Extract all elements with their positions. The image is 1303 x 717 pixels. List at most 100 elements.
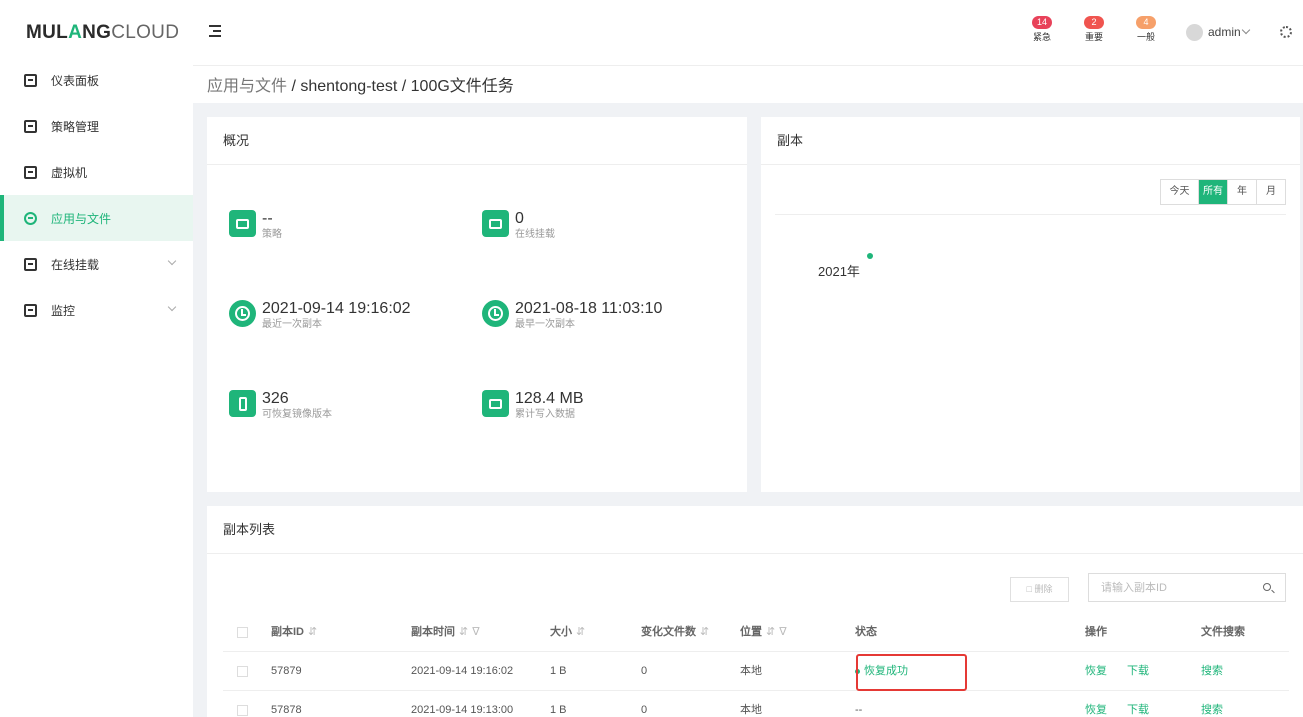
delete-button-label: 删除 — [1034, 584, 1053, 594]
sort-icon[interactable]: ⇵ — [459, 626, 468, 638]
sidebar-item-label: 应用与文件 — [51, 211, 112, 226]
delete-button[interactable]: □ 删除 — [1010, 577, 1069, 602]
column-header-label: 位置 — [740, 626, 762, 638]
col-changed[interactable]: 变化文件数 ⇵ — [641, 613, 709, 652]
filter-today[interactable]: 今天 — [1161, 180, 1198, 204]
restore-link[interactable]: 恢复 — [1085, 652, 1107, 691]
version-icon — [229, 390, 256, 417]
sidebar-item-policy[interactable]: 策略管理 — [0, 103, 193, 149]
alert-count-badge: 14 — [1032, 16, 1052, 29]
stat-label: 最早一次副本 — [515, 319, 575, 330]
alert-general[interactable]: 4 一般 — [1132, 16, 1160, 43]
overview-card: 概况 -- 策略 0 在线挂载 2021-09-14 19:16:02 最近一次副本 … — [207, 117, 747, 492]
search-input[interactable] — [1089, 574, 1249, 601]
download-link[interactable]: 下载 — [1127, 652, 1149, 691]
user-name[interactable]: admin — [1208, 25, 1241, 39]
filter-icon[interactable]: ∇ — [472, 626, 479, 638]
restore-link[interactable]: 恢复 — [1085, 691, 1107, 717]
apps-files-icon — [24, 211, 37, 225]
col-size[interactable]: 大小 ⇵ — [550, 613, 585, 652]
stat-value: 128.4 MB — [515, 390, 584, 407]
monitor-icon — [24, 303, 37, 317]
clock-icon — [229, 300, 256, 327]
stat-value: 2021-08-18 11:03:10 — [515, 300, 663, 317]
table-row: 57879 2021-09-14 19:16:02 1 B 0 本地 恢复成功 … — [223, 652, 1289, 691]
highlight-box — [856, 654, 967, 691]
column-header-label: 副本ID — [271, 626, 304, 638]
card-title: 副本 — [761, 117, 1300, 165]
sidebar-item-label: 在线挂载 — [51, 257, 100, 272]
stat-total-written: 128.4 MB 累计写入数据 — [482, 390, 583, 422]
replica-search — [1088, 573, 1286, 602]
alert-label: 紧急 — [1032, 32, 1051, 42]
policy-icon — [24, 119, 37, 133]
cell-size: 1 B — [550, 665, 567, 677]
chevron-down-icon[interactable] — [1241, 25, 1251, 35]
status-text: -- — [855, 704, 863, 716]
filter-month[interactable]: 月 — [1256, 180, 1285, 204]
monitor-icon — [229, 210, 256, 237]
stat-value: 2021-09-14 19:16:02 — [262, 300, 411, 317]
stat-latest-replica: 2021-09-14 19:16:02 最近一次副本 — [229, 300, 411, 332]
alert-label: 重要 — [1084, 32, 1103, 42]
stat-value: 0 — [515, 210, 524, 227]
stat-label: 最近一次副本 — [262, 319, 322, 330]
alert-label: 一般 — [1136, 32, 1155, 42]
table-row: 57878 2021-09-14 19:13:00 1 B 0 本地 -- 恢复… — [223, 691, 1289, 717]
cell-size: 1 B — [550, 704, 567, 716]
cell-changed: 0 — [641, 665, 648, 677]
select-all-checkbox[interactable] — [237, 627, 248, 638]
stat-label: 在线挂载 — [515, 229, 555, 240]
alert-urgent[interactable]: 14 紧急 — [1028, 16, 1056, 43]
cell-location: 本地 — [740, 704, 762, 716]
stat-label: 可恢复镜像版本 — [262, 409, 332, 420]
gear-icon[interactable] — [1280, 26, 1292, 38]
col-id[interactable]: 副本ID ⇵ — [271, 613, 317, 652]
sidebar-item-vm[interactable]: 虚拟机 — [0, 149, 193, 195]
menu-toggle-icon[interactable] — [209, 25, 221, 37]
sort-icon[interactable]: ⇵ — [576, 626, 585, 638]
sidebar-item-dashboard[interactable]: 仪表面板 — [0, 57, 193, 103]
cell-id: 57878 — [271, 704, 302, 716]
sidebar: MUL A NG CLOUD 仪表面板 策略管理 虚拟机 应用与文件 在线挂载 监控 — [0, 0, 193, 717]
alert-important[interactable]: 2 重要 — [1080, 16, 1108, 43]
cell-time: 2021-09-14 19:16:02 — [411, 665, 514, 677]
chevron-down-icon — [167, 302, 177, 312]
filter-all[interactable]: 所有 — [1198, 180, 1227, 204]
timeline-axis — [775, 214, 1286, 215]
col-status: 状态 — [855, 626, 877, 638]
row-checkbox[interactable] — [237, 705, 248, 716]
sidebar-item-apps-files[interactable]: 应用与文件 — [0, 195, 193, 241]
sort-icon[interactable]: ⇵ — [308, 626, 317, 638]
sidebar-item-monitor[interactable]: 监控 — [0, 287, 193, 333]
logo-text-suffix: CLOUD — [111, 22, 180, 43]
search-icon[interactable] — [1263, 583, 1271, 591]
search-link[interactable]: 搜索 — [1201, 691, 1223, 717]
top-header: 14 紧急 2 重要 4 一般 admin — [193, 0, 1303, 66]
sort-icon[interactable]: ⇵ — [700, 626, 709, 638]
row-checkbox[interactable] — [237, 666, 248, 677]
vm-icon — [24, 165, 37, 179]
sidebar-item-label: 监控 — [51, 303, 76, 318]
col-time[interactable]: 副本时间 ⇵ ∇ — [411, 613, 480, 652]
dashboard-icon — [24, 73, 37, 87]
timeline-year-label: 2021年 — [818, 264, 860, 279]
breadcrumb-link[interactable]: 应用与文件 — [207, 78, 287, 95]
filter-icon[interactable]: ∇ — [779, 626, 786, 638]
avatar[interactable] — [1186, 24, 1203, 41]
card-title: 概况 — [207, 117, 747, 165]
replica-list-card: 副本列表 □ 删除 副本ID ⇵ 副本时间 ⇵ ∇ 大小 ⇵ 变化文件数 ⇵ 位置 ⇵ ∇ 状… — [207, 506, 1303, 717]
sidebar-item-online-mount[interactable]: 在线挂载 — [0, 241, 193, 287]
stat-policy: -- 策略 — [229, 210, 282, 242]
cell-location: 本地 — [740, 665, 762, 677]
cell-time: 2021-09-14 19:13:00 — [411, 704, 514, 716]
search-link[interactable]: 搜索 — [1201, 652, 1223, 691]
download-link[interactable]: 下载 — [1127, 691, 1149, 717]
chevron-down-icon — [167, 256, 177, 266]
inbox-icon — [482, 390, 509, 417]
filter-year[interactable]: 年 — [1227, 180, 1256, 204]
timeline-dot[interactable] — [867, 253, 873, 259]
col-location[interactable]: 位置 ⇵ ∇ — [740, 613, 787, 652]
stat-earliest-replica: 2021-08-18 11:03:10 最早一次副本 — [482, 300, 662, 332]
sort-icon[interactable]: ⇵ — [766, 626, 775, 638]
